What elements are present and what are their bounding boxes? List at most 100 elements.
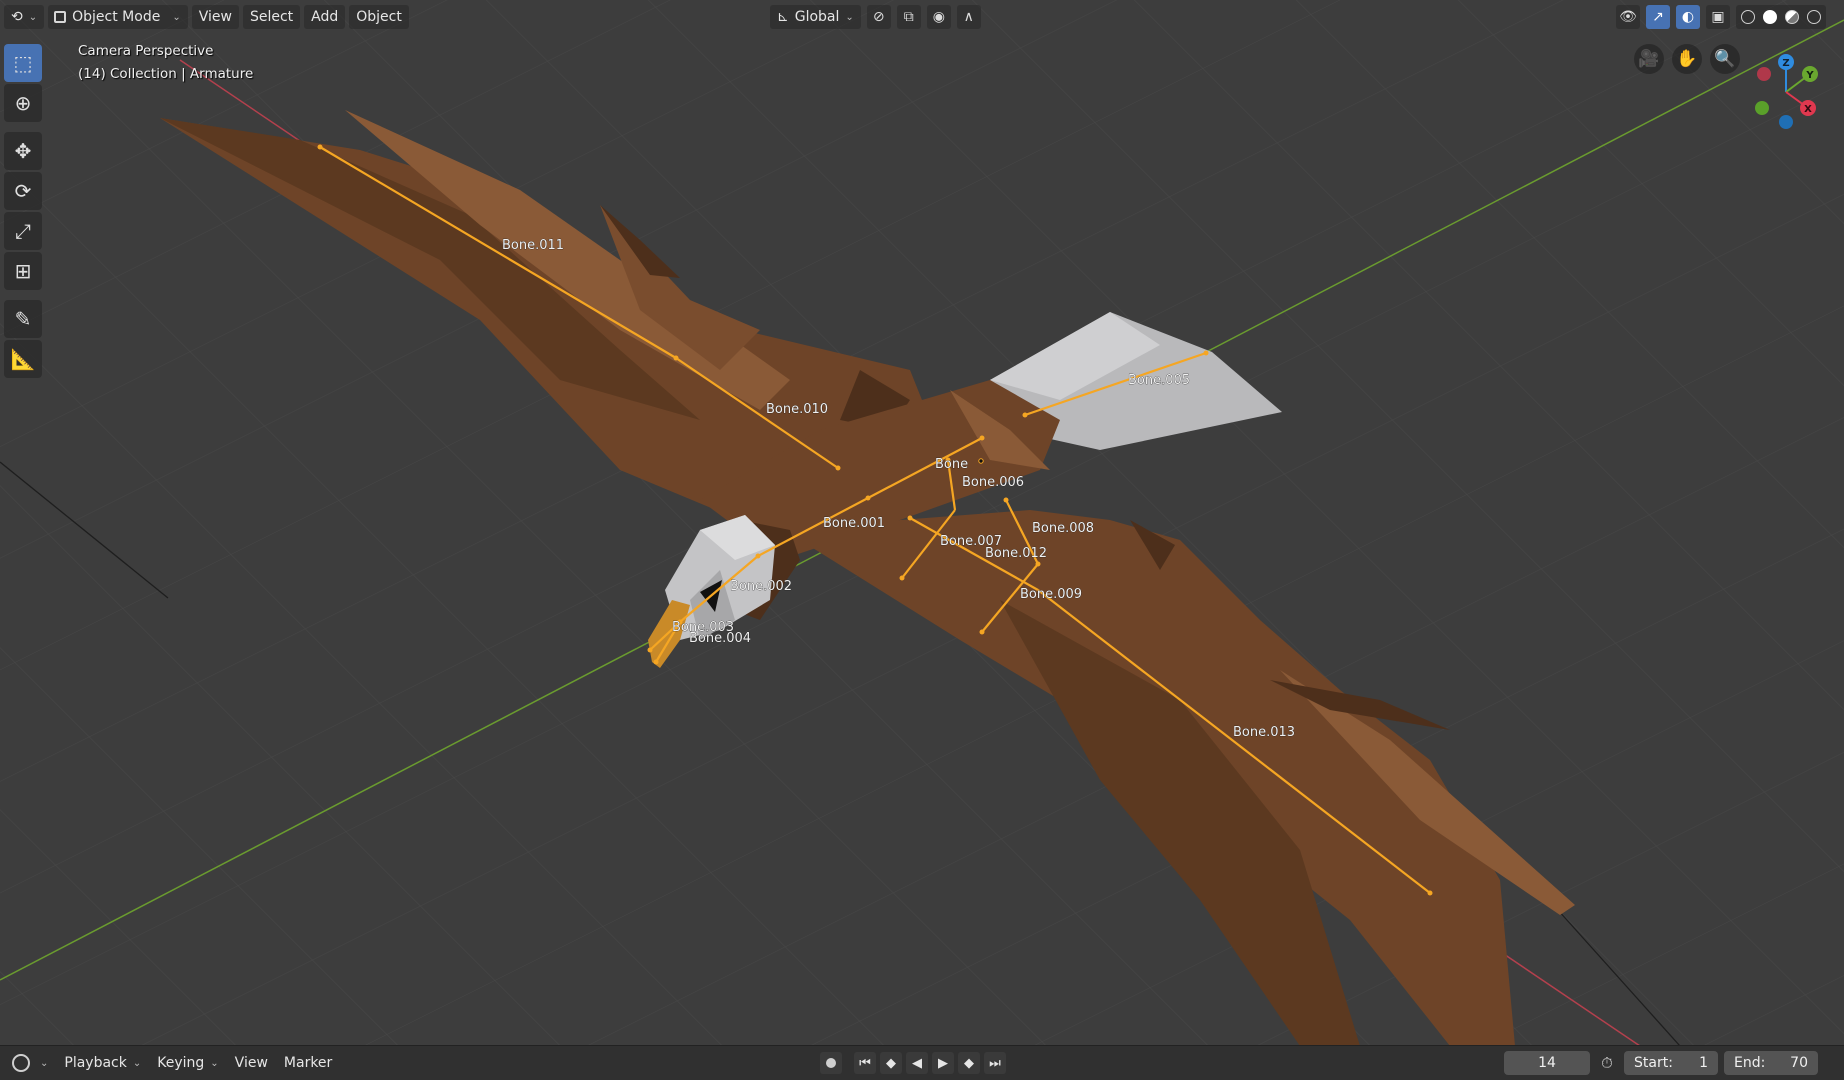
shading-rendered[interactable] <box>1804 7 1824 27</box>
shading-solid[interactable] <box>1760 7 1780 27</box>
tool-rotate[interactable]: ⟳ <box>4 172 42 210</box>
neg-z-handle[interactable] <box>1779 115 1793 129</box>
cursor-icon: ⊕ <box>14 91 32 115</box>
header-left: ⟲ ⌄ Object Mode ⌄ View Select Add Object <box>0 0 409 34</box>
end-frame-field[interactable]: End: 70 <box>1724 1051 1818 1075</box>
shading-material[interactable] <box>1782 7 1802 27</box>
gizmo-toggle[interactable]: ↗ <box>1646 5 1670 29</box>
bone-label: Bone.009 <box>1020 587 1082 602</box>
solid-icon <box>1763 10 1777 24</box>
object-origin <box>978 458 984 464</box>
bone-label: Bone <box>935 457 968 472</box>
shading-wireframe[interactable] <box>1738 7 1758 27</box>
mode-selector[interactable]: Object Mode ⌄ <box>48 5 188 29</box>
camera-view-button[interactable]: 🎥 <box>1634 44 1664 74</box>
camera-view-icon: 🎥 <box>1638 49 1660 69</box>
jump-start-icon: ⏮ <box>859 1055 871 1071</box>
prev-keyframe-button[interactable]: ◆ <box>880 1052 902 1074</box>
overlay-toggle[interactable]: ◐ <box>1676 5 1700 29</box>
chevron-down-icon: ⌄ <box>210 1057 219 1069</box>
menu-marker[interactable]: Marker <box>278 1051 338 1075</box>
tool-transform[interactable]: ⊞ <box>4 252 42 290</box>
xray-toggle[interactable]: ▣ <box>1706 5 1730 29</box>
menu-timeline-view[interactable]: View <box>229 1051 274 1075</box>
bone-label: Bone.011 <box>502 238 564 253</box>
header-right: 👁 ↗ ◐ ▣ <box>1616 0 1826 34</box>
bone-label: Bone.006 <box>962 475 1024 490</box>
measure-icon: 📐 <box>10 347 36 371</box>
prev-keyframe-icon: ◆ <box>886 1055 896 1071</box>
overlay-icon: ◐ <box>1681 9 1695 25</box>
timeline-editor-icon <box>12 1054 30 1072</box>
timeline-header: ⌄ Playback ⌄ Keying ⌄ View Marker ⏮ ◆ ◀ ▶ … <box>0 1045 1844 1080</box>
visibility-button[interactable]: 👁 <box>1616 5 1640 29</box>
jump-start-button[interactable]: ⏮ <box>854 1052 876 1074</box>
blender-window: Bone.011 Bone.010 Bone.005 Bone Bone.006… <box>0 0 1844 1080</box>
play-button[interactable]: ▶ <box>932 1052 954 1074</box>
bone-label: Bone.013 <box>1233 725 1295 740</box>
record-button[interactable] <box>820 1052 842 1074</box>
start-value: 1 <box>1699 1055 1708 1071</box>
bone-label: Bone.010 <box>766 402 828 417</box>
x-axis-label: X <box>1804 104 1812 115</box>
snap-button[interactable]: ⧉ <box>896 5 921 29</box>
bone-label: Bone.005 <box>1128 373 1190 388</box>
play-reverse-button[interactable]: ◀ <box>906 1052 928 1074</box>
pan-hand-icon: ✋ <box>1676 49 1698 69</box>
proportional-edit-icon: ◉ <box>932 9 945 25</box>
tool-shelf: ⬚ ⊕ ✥ ⟳ ⤢ ⊞ ✎ 📐 <box>4 44 44 378</box>
navigation-gizmo[interactable]: Z Y X <box>1738 48 1834 134</box>
tool-measure[interactable]: 📐 <box>4 340 42 378</box>
timeline-editor-type[interactable]: ⌄ <box>4 1051 54 1075</box>
collection-info: (14) Collection | Armature <box>78 66 254 82</box>
tool-select-box[interactable]: ⬚ <box>4 44 42 82</box>
tool-move[interactable]: ✥ <box>4 132 42 170</box>
menu-object[interactable]: Object <box>349 5 409 29</box>
bone-label: Bone.008 <box>1032 521 1094 536</box>
tool-annotate[interactable]: ✎ <box>4 300 42 338</box>
falloff-button[interactable]: ∧ <box>956 5 981 29</box>
view-name: Camera Perspective <box>78 43 214 59</box>
transform-orientation-dropdown[interactable]: ⊾ Global ⌄ <box>770 5 861 29</box>
neg-y-handle[interactable] <box>1755 101 1769 115</box>
toolbar-separator <box>4 292 44 298</box>
snap-icon: ⧉ <box>903 9 914 25</box>
chevron-down-icon: ⌄ <box>28 11 38 23</box>
record-icon <box>826 1058 836 1068</box>
pivot-point-button[interactable]: ⊘ <box>866 5 891 29</box>
rendered-icon <box>1807 10 1821 24</box>
bone-label: Bone.012 <box>985 546 1047 561</box>
menu-select[interactable]: Select <box>242 5 301 29</box>
chevron-down-icon: ⌄ <box>845 11 854 23</box>
bone-label: Bone.001 <box>823 516 885 531</box>
zoom-button[interactable]: 🔍 <box>1710 44 1740 74</box>
jump-end-button[interactable]: ⏭ <box>984 1052 1006 1074</box>
next-keyframe-icon: ◆ <box>964 1055 974 1071</box>
menu-add[interactable]: Add <box>304 5 346 29</box>
neg-x-handle[interactable] <box>1757 67 1771 81</box>
chevron-down-icon: ⌄ <box>40 1057 49 1069</box>
start-frame-field[interactable]: Start: 1 <box>1624 1051 1718 1075</box>
tool-scale[interactable]: ⤢ <box>4 212 42 250</box>
menu-keying[interactable]: Keying ⌄ <box>151 1051 224 1075</box>
editor-type-button[interactable]: ⟲ ⌄ <box>4 5 45 29</box>
proportional-edit-button[interactable]: ◉ <box>926 5 951 29</box>
pan-button[interactable]: ✋ <box>1672 44 1702 74</box>
viewport-canvas[interactable]: Bone.011 Bone.010 Bone.005 Bone Bone.006… <box>0 0 1844 1046</box>
end-label: End: <box>1734 1055 1766 1071</box>
tool-cursor[interactable]: ⊕ <box>4 84 42 122</box>
menu-playback[interactable]: Playback ⌄ <box>58 1051 147 1075</box>
transform-icon: ⊞ <box>14 259 32 283</box>
gizmo-icon: ↗ <box>1652 9 1664 25</box>
menu-view[interactable]: View <box>191 5 239 29</box>
zoom-icon: 🔍 <box>1714 49 1736 69</box>
current-frame-field[interactable]: 14 <box>1504 1051 1590 1075</box>
next-keyframe-button[interactable]: ◆ <box>958 1052 980 1074</box>
play-reverse-icon: ◀ <box>912 1055 922 1071</box>
menu-keying-label: Keying <box>157 1055 205 1071</box>
object-mode-icon <box>54 11 67 23</box>
3d-viewport[interactable]: Bone.011 Bone.010 Bone.005 Bone Bone.006… <box>0 0 1844 1046</box>
preview-range-icon[interactable]: ⏱ <box>1598 1054 1616 1072</box>
toolbar-separator <box>4 124 44 130</box>
playback-controls: ⏮ ◆ ◀ ▶ ◆ ⏭ <box>820 1046 1006 1080</box>
